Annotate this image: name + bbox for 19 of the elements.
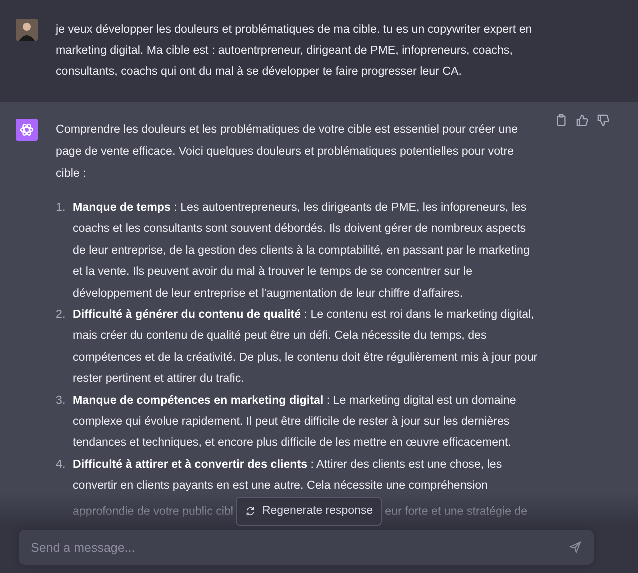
send-icon[interactable] — [569, 541, 582, 554]
list-number: 2. — [56, 307, 67, 324]
list-item-text: Difficulté à générer du contenu de qualité : Le contenu est roi dans le marketing digital, mais créer du contenu de qualité peut être un défi. Cela nécessite du temps, des compétences et de la créativité. De plus, le contenu doit être régulièrement mis à jour pour rester pertinent et attirer du trafic. — [73, 307, 538, 388]
list-item-text: Manque de temps : Les autoentrepreneurs, les dirigeants de PME, les infopreneurs, les coachs et les consultants sont souvent débordés. Ils doivent gérer de nombreux aspects de leur entreprise, de la gestion des clients à la comptabilité, en passant par le marketing et la vente. Ils peuvent avoir du mal à trouver le temps de se concentrer sur le développement de leur entreprise et l'augmentation de leur chiffre d'affaires. — [73, 200, 531, 302]
list-number: 4. — [56, 456, 67, 473]
message-input[interactable]: Send a message... — [19, 530, 594, 565]
list-number: 1. — [56, 200, 67, 216]
regenerate-button[interactable]: Regenerate response — [236, 496, 382, 526]
user-avatar — [16, 19, 38, 41]
refresh-icon — [245, 506, 256, 517]
thumbs-up-icon[interactable] — [576, 114, 589, 127]
user-message: je veux développer les douleurs et problématiques de ma cible. tu es un copywriter expert en marketing digital. Ma cible est : autoentrpreneur, dirigeant de PME, infopreneurs, coachs, consultants, coachs qui ont du mal à se développer te faire progresser leur CA. — [56, 22, 534, 80]
clipboard-icon[interactable] — [555, 114, 568, 127]
assistant-intro: Comprendre les douleurs et les problématiques de votre cible est essentiel pour créer une page de vente efficace. Voici quelques douleurs et problématiques potentielles pour votre cible : — [56, 122, 520, 182]
thumbs-down-icon[interactable] — [597, 114, 610, 127]
list-item-text: Difficulté à attirer et à convertir des clients : Attirer des clients est une chose, les convertir en clients payants en est une autre. Cela nécessite une compréhension approfondie de votre public cibl Regenerate response eur forte et une stratégie de — [73, 454, 538, 526]
assistant-logo-icon — [16, 119, 38, 141]
list-item-text: Manque de compétences en marketing digital : Le marketing digital est un domaine complexe qui évolue rapidement. Il peut être difficile de rester à jour sur les dernières tendances et techniques, et encore plus difficile de les mettre en œuvre efficacement. — [73, 392, 518, 452]
list-number: 3. — [56, 392, 67, 409]
